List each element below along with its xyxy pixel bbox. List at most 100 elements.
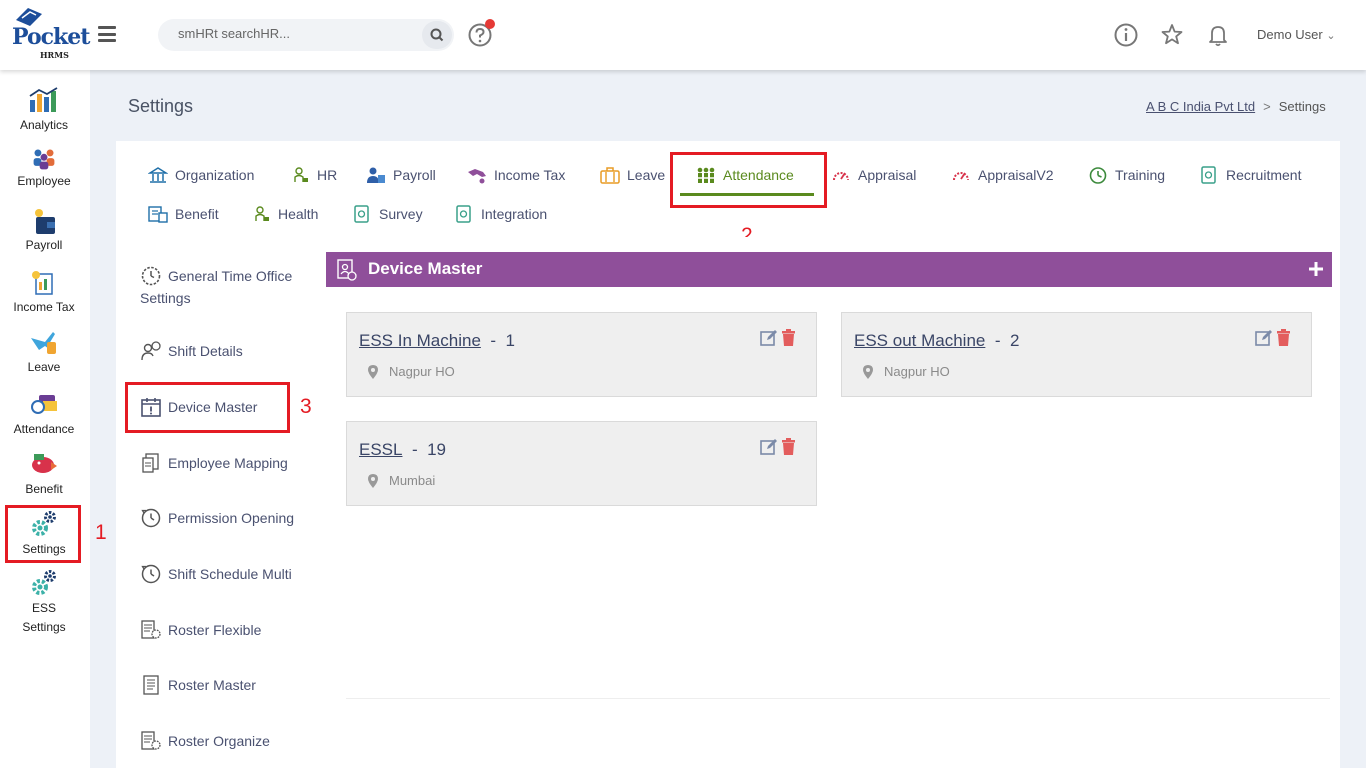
payroll-person-icon bbox=[367, 167, 385, 183]
tab-survey[interactable]: Survey bbox=[352, 205, 423, 223]
sidebar-item-label: Analytics bbox=[19, 118, 69, 132]
sidebar-item-leave[interactable]: Leave bbox=[0, 328, 88, 377]
annotation-box-device-master bbox=[125, 382, 290, 433]
tab-label: Benefit bbox=[175, 206, 219, 222]
delete-icon[interactable] bbox=[1276, 329, 1291, 347]
schedule-clock-icon bbox=[141, 564, 161, 584]
submenu-employee-mapping[interactable]: Employee Mapping bbox=[140, 452, 288, 474]
info-button[interactable] bbox=[1113, 22, 1139, 48]
device-card: ESS out Machine - 2 Nagpur HO bbox=[841, 312, 1312, 397]
tab-benefit[interactable]: Benefit bbox=[148, 205, 219, 223]
delete-icon[interactable] bbox=[781, 438, 796, 456]
annotation-number-3: 3 bbox=[300, 395, 312, 418]
tab-training[interactable]: Training bbox=[1088, 166, 1165, 184]
submenu-general-time-office-settings[interactable]: General Time Office bbox=[140, 265, 292, 287]
notification-dot bbox=[485, 19, 495, 29]
sidebar-item-benefit[interactable]: Benefit bbox=[0, 450, 88, 499]
menu-toggle-icon[interactable] bbox=[98, 26, 116, 42]
device-id: 19 bbox=[427, 440, 446, 459]
tab-income-tax[interactable]: Income Tax bbox=[467, 166, 565, 184]
income-tax-hand-icon bbox=[468, 169, 486, 184]
submenu-label: Roster Flexible bbox=[168, 622, 262, 638]
page-title: Settings bbox=[128, 96, 194, 116]
submenu-label-line1: General Time Office bbox=[168, 268, 293, 284]
sidebar-item-analytics[interactable]: Analytics bbox=[0, 86, 88, 135]
bell-icon bbox=[1209, 26, 1227, 47]
location-pin-icon bbox=[863, 365, 873, 379]
tab-label: Training bbox=[1115, 167, 1166, 183]
tab-label: Integration bbox=[481, 206, 548, 222]
tab-payroll[interactable]: Payroll bbox=[366, 166, 436, 184]
sidebar-item-employee[interactable]: Employee bbox=[0, 146, 88, 191]
edit-icon[interactable] bbox=[1255, 329, 1273, 347]
device-name-link[interactable]: ESS In Machine bbox=[359, 331, 481, 350]
delete-icon[interactable] bbox=[781, 329, 796, 347]
sidebar-item-payroll[interactable]: Payroll bbox=[0, 206, 88, 255]
sidebar-item-ess-settings[interactable]: ESS Settings bbox=[0, 569, 88, 637]
location-pin-icon bbox=[368, 365, 378, 379]
submenu-roster-organize[interactable]: Roster Organize bbox=[140, 730, 270, 752]
search-input[interactable] bbox=[178, 26, 418, 41]
submenu-roster-master[interactable]: Roster Master bbox=[140, 674, 256, 696]
device-master-header-icon bbox=[337, 259, 357, 281]
submenu-label: Shift Details bbox=[168, 343, 243, 359]
device-location: Nagpur HO bbox=[884, 364, 950, 379]
info-icon bbox=[1114, 23, 1138, 47]
tab-organization[interactable]: Organization bbox=[148, 166, 254, 184]
device-title: ESS In Machine - 1 bbox=[359, 331, 515, 351]
pocket-hrms-logo[interactable]: Pocket HRMS bbox=[10, 6, 90, 64]
sidebar-item-income-tax[interactable]: Income Tax bbox=[0, 268, 88, 317]
sidebar-item-label: Employee bbox=[17, 174, 71, 188]
survey-document-icon bbox=[354, 205, 369, 223]
sidebar-item-label: Benefit bbox=[25, 482, 63, 496]
tab-integration[interactable]: Integration bbox=[454, 205, 547, 223]
mapping-document-icon bbox=[142, 453, 159, 473]
add-device-button[interactable] bbox=[1306, 259, 1326, 279]
device-name-link[interactable]: ESSL bbox=[359, 440, 402, 459]
tab-hr[interactable]: HR bbox=[292, 166, 337, 184]
search-button[interactable] bbox=[422, 21, 452, 49]
submenu-label-line2: Settings bbox=[140, 290, 191, 306]
tab-appraisalv2[interactable]: AppraisalV2 bbox=[951, 166, 1054, 184]
search-icon bbox=[430, 28, 444, 42]
recruitment-document-icon bbox=[1201, 166, 1216, 184]
appraisal-gauge-icon bbox=[833, 172, 849, 181]
tab-leave[interactable]: Leave bbox=[600, 166, 665, 184]
tab-label: Payroll bbox=[393, 167, 436, 183]
logo-sub: HRMS bbox=[40, 50, 69, 60]
edit-icon[interactable] bbox=[760, 438, 778, 456]
tab-label: HR bbox=[317, 167, 338, 183]
submenu-shift-schedule-multi[interactable]: Shift Schedule Multi bbox=[140, 563, 292, 585]
breadcrumb-separator: > bbox=[1263, 99, 1271, 114]
breadcrumb-company-link[interactable]: A B C India Pvt Ltd bbox=[1146, 99, 1255, 114]
help-button[interactable] bbox=[467, 19, 495, 48]
ess-settings-gear-icon bbox=[32, 570, 56, 595]
device-name-link[interactable]: ESS out Machine bbox=[854, 331, 985, 350]
submenu-label: Roster Master bbox=[168, 677, 256, 693]
attendance-icon bbox=[31, 395, 57, 414]
device-location: Mumbai bbox=[389, 473, 436, 488]
submenu-permission-opening[interactable]: Permission Opening bbox=[140, 507, 294, 529]
tab-label: Organization bbox=[175, 167, 255, 183]
favorites-button[interactable] bbox=[1159, 22, 1185, 48]
tab-label: Leave bbox=[627, 167, 666, 183]
tab-recruitment[interactable]: Recruitment bbox=[1199, 166, 1301, 184]
panel-title: Device Master bbox=[368, 259, 483, 278]
user-menu[interactable]: Demo User ⌄ bbox=[1257, 27, 1336, 42]
tab-appraisal[interactable]: Appraisal bbox=[831, 166, 916, 184]
breadcrumb-current: Settings bbox=[1278, 99, 1326, 114]
submenu-roster-flexible[interactable]: Roster Flexible bbox=[140, 619, 261, 641]
roster-master-icon bbox=[143, 675, 159, 695]
sidebar-item-attendance[interactable]: Attendance bbox=[0, 390, 88, 439]
sidebar-item-label-line2: Settings bbox=[22, 620, 66, 634]
luggage-icon bbox=[600, 167, 620, 184]
notifications-button[interactable] bbox=[1205, 22, 1231, 48]
sidebar-item-label: Income Tax bbox=[13, 300, 75, 314]
submenu-shift-details[interactable]: Shift Details bbox=[140, 340, 243, 362]
tab-health[interactable]: Health bbox=[253, 205, 318, 223]
content-divider bbox=[346, 698, 1330, 699]
tab-label: Recruitment bbox=[1226, 167, 1302, 183]
edit-icon[interactable] bbox=[760, 329, 778, 347]
device-card: ESS In Machine - 1 Nagpur HO bbox=[346, 312, 817, 397]
device-id: 1 bbox=[505, 331, 515, 350]
